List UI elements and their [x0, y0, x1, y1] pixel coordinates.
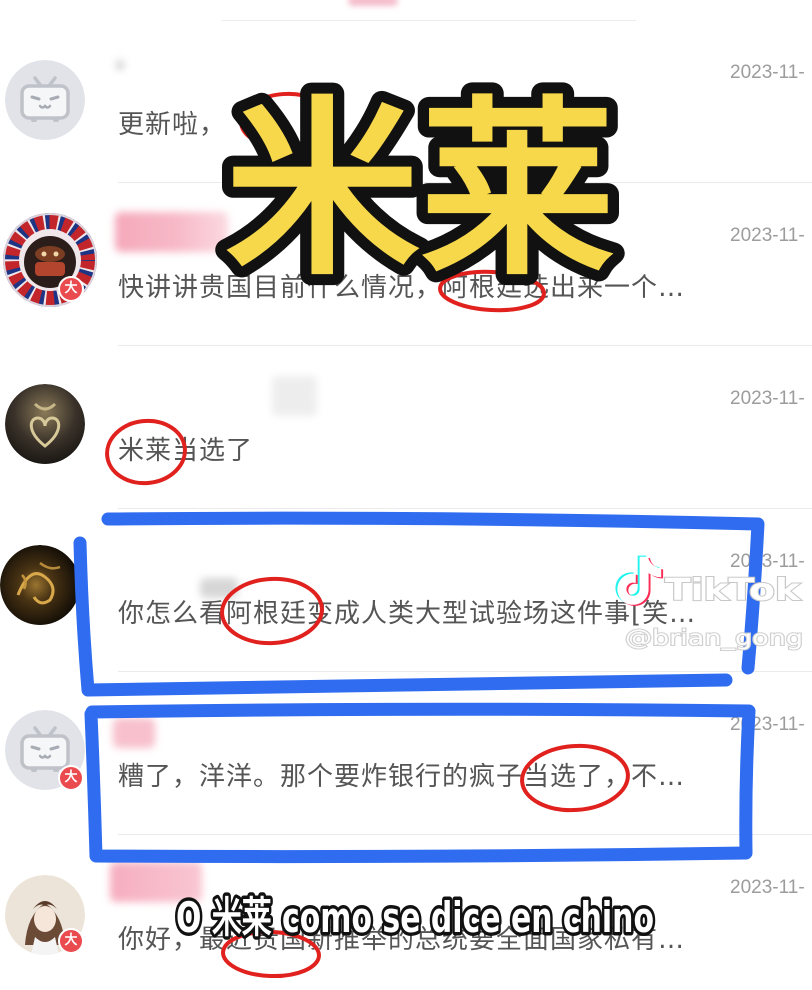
bilibili-tv-icon: [5, 60, 85, 140]
comment-item[interactable]: 2023-11- 更新啦，: [0, 20, 812, 183]
comment-item[interactable]: 大 2023-11- 你好，最近贵国新推举的总统要全面国家私有…: [0, 835, 812, 990]
comment-date: 2023-11-: [730, 62, 805, 83]
comment-item[interactable]: 大 2023-11- 快讲讲贵国目前什么情况，阿根廷选出来一个…: [0, 183, 812, 346]
heart-avatar-icon: [5, 384, 85, 464]
comment-date: 2023-11-: [730, 714, 805, 735]
username-redacted: [272, 376, 317, 416]
comment-text: 你怎么看阿根廷变成人类大型试验场这件事[笑…: [118, 599, 697, 629]
comment-text: 快讲讲贵国目前什么情况，阿根廷选出来一个…: [118, 273, 686, 303]
dragon-avatar-icon: [0, 545, 80, 625]
avatar[interactable]: [0, 545, 80, 625]
comment-list: 2023-11- 更新啦， 大 2023-11- 快讲讲贵国目前什么情况，阿根廷…: [0, 20, 812, 990]
comment-item[interactable]: 大 2023-11- 糟了，洋洋。那个要炸银行的疯子当选了，不…: [0, 672, 812, 835]
comment-item[interactable]: 2023-11- 你怎么看阿根廷变成人类大型试验场这件事[笑…: [0, 509, 812, 672]
username-redacted: [116, 60, 124, 70]
username-redacted: [115, 212, 228, 252]
level-badge: 大: [58, 928, 84, 954]
ornate-frame-avatar-icon: [3, 213, 97, 307]
comment-text: 米莱当选了: [118, 436, 254, 466]
level-badge: 大: [58, 765, 84, 791]
comment-date: 2023-11-: [730, 877, 805, 898]
username-redacted: [110, 862, 202, 902]
comment-date: 2023-11-: [730, 388, 805, 409]
username-redacted: [200, 578, 238, 598]
username-redacted: [113, 718, 155, 748]
comment-text: 糟了，洋洋。那个要炸银行的疯子当选了，不…: [118, 762, 686, 792]
comment-text: 更新啦，: [118, 110, 227, 140]
comment-date: 2023-11-: [730, 551, 805, 572]
avatar[interactable]: [2, 212, 98, 308]
avatar[interactable]: [5, 384, 85, 464]
comment-item[interactable]: 2023-11- 米莱当选了: [0, 346, 812, 509]
level-badge: 大: [58, 276, 84, 302]
comment-text: 你好，最近贵国新推举的总统要全面国家私有…: [118, 925, 686, 955]
avatar[interactable]: [5, 60, 85, 140]
comment-date: 2023-11-: [730, 225, 805, 246]
username-redacted: [348, 0, 398, 6]
